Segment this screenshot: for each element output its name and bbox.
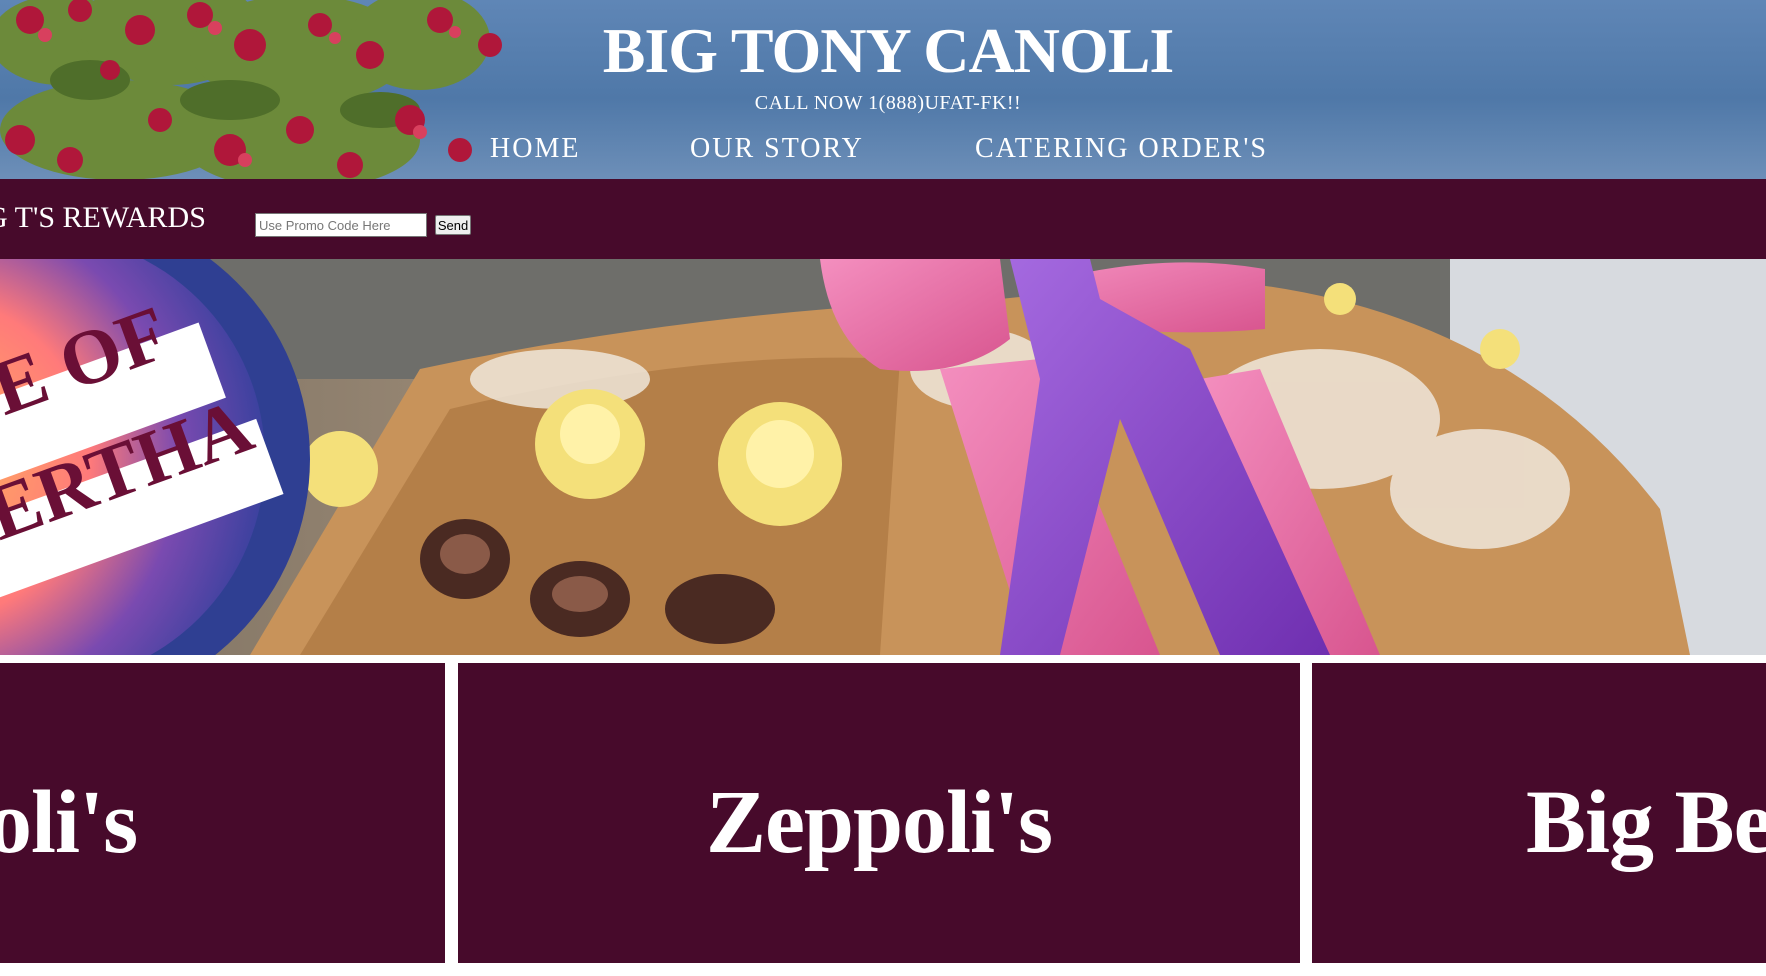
- card-big-bertha[interactable]: Big Be: [1312, 663, 1766, 963]
- site-title: BIG TONY CANOLI: [602, 15, 1175, 86]
- phone-number: CALL NOW 1(888)UFAT-FK!!: [754, 92, 1022, 114]
- nav-catering-orders-link[interactable]: CATERING ORDER'S: [975, 133, 1268, 165]
- promo-code-input[interactable]: [255, 213, 427, 237]
- product-cards: noli's Zeppoli's Big Be: [0, 655, 1766, 976]
- nav-home-link[interactable]: HOME: [490, 133, 580, 165]
- card-zeppolis[interactable]: Zeppoli's: [458, 663, 1300, 963]
- send-button[interactable]: Send: [435, 215, 471, 235]
- main-nav: HOME OUR STORY CATERING ORDER'S: [0, 133, 1766, 169]
- card-big-bertha-title: Big Be: [1526, 773, 1766, 872]
- card-zeppolis-title: Zeppoli's: [705, 773, 1053, 872]
- rewards-label: G T'S REWARDS: [0, 201, 206, 234]
- card-cannolis[interactable]: noli's: [0, 663, 445, 963]
- card-cannolis-title: noli's: [0, 773, 138, 872]
- hero-cannoli-image: [0, 259, 1766, 655]
- hero-banner: E OF ERTHA: [0, 259, 1766, 655]
- site-header: BIG TONY CANOLI CALL NOW 1(888)UFAT-FK!!…: [0, 0, 1766, 179]
- nav-our-story-link[interactable]: OUR STORY: [690, 133, 864, 165]
